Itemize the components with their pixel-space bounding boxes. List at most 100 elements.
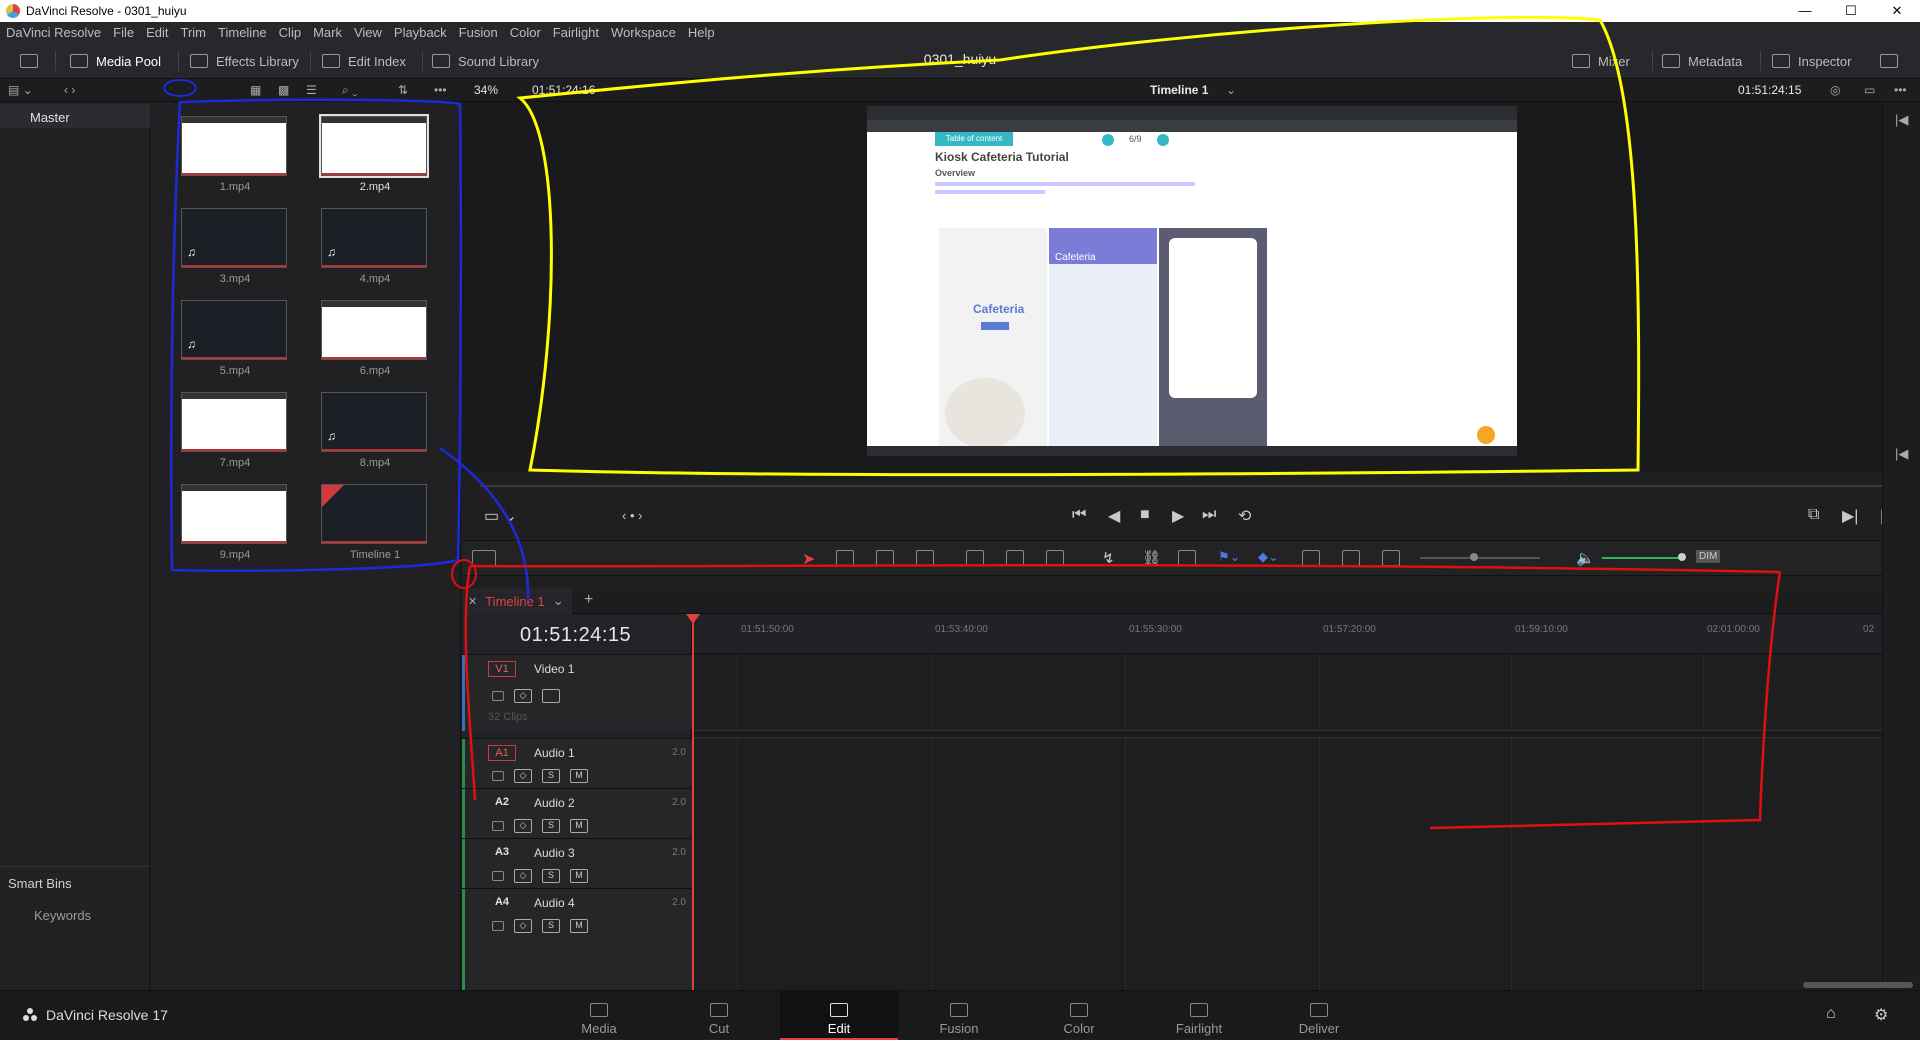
- lock-icon[interactable]: [492, 921, 504, 931]
- menu-playback[interactable]: Playback: [388, 25, 453, 40]
- clip-item[interactable]: ♫ 3.mp4: [181, 208, 289, 285]
- horizontal-scrollbar[interactable]: [1803, 982, 1913, 988]
- mute-button[interactable]: M: [570, 819, 588, 833]
- dynamic-trim-icon[interactable]: [876, 550, 894, 566]
- clip-item[interactable]: ♫ 6.mp4: [321, 300, 429, 377]
- disable-video-icon[interactable]: [542, 689, 560, 703]
- lock-icon[interactable]: [492, 821, 504, 831]
- more-options-icon[interactable]: •••: [1894, 83, 1907, 97]
- menu-clip[interactable]: Clip: [273, 25, 307, 40]
- gear-icon[interactable]: ⚙: [1874, 1005, 1888, 1025]
- page-media[interactable]: Media: [540, 991, 658, 1040]
- solo-button[interactable]: S: [542, 769, 560, 783]
- workspace-layout-button[interactable]: [20, 43, 38, 79]
- lock-icon[interactable]: [492, 691, 504, 701]
- menu-mark[interactable]: Mark: [307, 25, 348, 40]
- track-video-1[interactable]: V1 Video 1 ◇ 32 Clips: [462, 654, 692, 731]
- track-tag[interactable]: V1: [488, 661, 516, 677]
- dim-button[interactable]: DIM: [1696, 550, 1721, 563]
- volume-handle[interactable]: [1678, 553, 1686, 561]
- volume-icon[interactable]: 🔈: [1576, 549, 1595, 567]
- metadata-button[interactable]: Metadata: [1662, 43, 1742, 79]
- menu-timeline[interactable]: Timeline: [212, 25, 273, 40]
- menu-fairlight[interactable]: Fairlight: [547, 25, 605, 40]
- jog-control-icon[interactable]: ‹ • ›: [622, 508, 642, 523]
- match-frame-icon[interactable]: ⧉: [1808, 506, 1819, 524]
- lock-icon[interactable]: [492, 771, 504, 781]
- menu-davinci[interactable]: DaVinci Resolve: [0, 25, 107, 40]
- page-edit[interactable]: Edit: [780, 991, 898, 1040]
- viewer-zoom[interactable]: 34%: [474, 83, 498, 97]
- close-button[interactable]: ✕: [1874, 0, 1920, 22]
- chevron-down-icon[interactable]: ⌄: [553, 593, 564, 609]
- thumbnail-view-icon[interactable]: ▦: [250, 83, 261, 97]
- solo-button[interactable]: S: [542, 819, 560, 833]
- dual-viewer-icon[interactable]: ▭: [1864, 83, 1875, 97]
- menu-workspace[interactable]: Workspace: [605, 25, 682, 40]
- timeline-ruler[interactable]: 01:51:50:00 01:53:40:00 01:55:30:00 01:5…: [693, 614, 1882, 654]
- close-tab-icon[interactable]: ✕: [468, 595, 477, 608]
- menu-file[interactable]: File: [107, 25, 140, 40]
- link-icon[interactable]: ⛓: [1142, 549, 1161, 567]
- add-timeline-icon[interactable]: +: [584, 591, 593, 609]
- timeline-lanes[interactable]: 01:51:50:00 01:53:40:00 01:55:30:00 01:5…: [693, 614, 1913, 990]
- track-tag[interactable]: A3: [488, 845, 516, 861]
- clip-item[interactable]: 1.mp4: [181, 116, 289, 193]
- zoom-custom-icon[interactable]: [1382, 550, 1400, 566]
- playhead[interactable]: [692, 614, 694, 990]
- go-to-end-icon[interactable]: ⏭: [1202, 506, 1216, 524]
- auto-select-icon[interactable]: ◇: [514, 869, 532, 883]
- track-audio-2[interactable]: A2 Audio 2 2.0 ◇ S M: [462, 788, 692, 839]
- media-pool-button[interactable]: Media Pool: [70, 43, 161, 79]
- mute-button[interactable]: M: [570, 769, 588, 783]
- selection-tool-icon[interactable]: ➤: [802, 549, 815, 569]
- play-icon[interactable]: ▶: [1172, 506, 1184, 526]
- menu-edit[interactable]: Edit: [140, 25, 174, 40]
- auto-select-icon[interactable]: ◇: [514, 919, 532, 933]
- loop-icon[interactable]: ⟲: [1238, 506, 1251, 526]
- skip-icon[interactable]: |◀: [1895, 112, 1908, 128]
- clip-item[interactable]: 2.mp4: [319, 114, 429, 193]
- list-view-icon[interactable]: ☰: [306, 83, 317, 97]
- track-tag[interactable]: A2: [488, 795, 516, 811]
- tab-timeline-1[interactable]: ✕ Timeline 1 ⌄: [462, 588, 572, 614]
- maximize-button[interactable]: ☐: [1828, 0, 1874, 22]
- search-icon[interactable]: ⌕ ⌄: [342, 83, 358, 98]
- menu-fusion[interactable]: Fusion: [453, 25, 504, 40]
- auto-select-icon[interactable]: ◇: [514, 819, 532, 833]
- viewer-timeline-name[interactable]: Timeline 1: [1150, 83, 1208, 97]
- insert-clip-icon[interactable]: [966, 550, 984, 566]
- minimize-button[interactable]: —: [1782, 0, 1828, 22]
- sound-library-button[interactable]: Sound Library: [432, 43, 539, 79]
- playhead-handle[interactable]: [686, 614, 700, 624]
- page-cut[interactable]: Cut: [660, 991, 778, 1040]
- effects-library-button[interactable]: Effects Library: [190, 43, 299, 79]
- home-icon[interactable]: ⌂: [1826, 1005, 1836, 1023]
- chevron-down-icon[interactable]: ⌄: [1226, 83, 1236, 97]
- auto-select-icon[interactable]: ◇: [514, 769, 532, 783]
- mute-button[interactable]: M: [570, 919, 588, 933]
- edit-index-button[interactable]: Edit Index: [322, 43, 406, 79]
- mixer-button[interactable]: Mixer: [1572, 43, 1630, 79]
- zoom-full-icon[interactable]: [1302, 550, 1320, 566]
- viewer-scrubber[interactable]: [480, 485, 1902, 487]
- collapse-toolbar-button[interactable]: [1880, 43, 1898, 79]
- inspector-button[interactable]: Inspector: [1772, 43, 1851, 79]
- blade-tool-icon[interactable]: [916, 550, 934, 566]
- page-color[interactable]: Color: [1020, 991, 1138, 1040]
- flag-icon[interactable]: ⚑⌄: [1218, 549, 1241, 565]
- page-deliver[interactable]: Deliver: [1260, 991, 1378, 1040]
- page-fairlight[interactable]: Fairlight: [1140, 991, 1258, 1040]
- clip-item[interactable]: ♫ 4.mp4: [321, 208, 429, 285]
- color-wheel-icon[interactable]: ◎: [1830, 83, 1840, 97]
- solo-button[interactable]: S: [542, 919, 560, 933]
- clip-item[interactable]: ♫ 8.mp4: [321, 392, 429, 469]
- zoom-detail-icon[interactable]: [1342, 550, 1360, 566]
- track-tag[interactable]: A1: [488, 745, 516, 761]
- back-forward-icon[interactable]: ‹ ›: [64, 83, 75, 97]
- track-audio-1[interactable]: A1 Audio 1 2.0 ◇ S M: [462, 738, 692, 789]
- next-clip-icon[interactable]: ▶|: [1842, 506, 1858, 526]
- snapping-icon[interactable]: ↯: [1102, 549, 1115, 567]
- marker-icon[interactable]: ◆⌄: [1258, 549, 1279, 565]
- menu-trim[interactable]: Trim: [175, 25, 213, 40]
